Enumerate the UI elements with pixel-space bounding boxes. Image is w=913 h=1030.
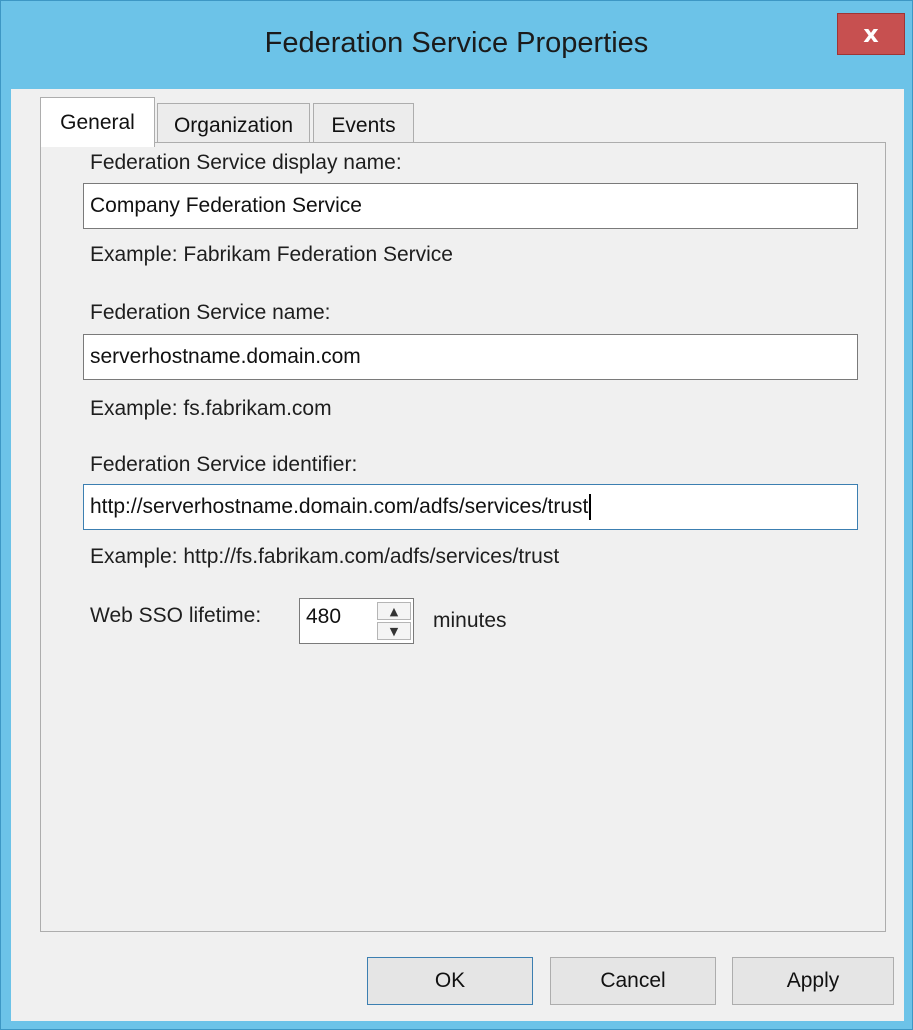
identifier-value: http://serverhostname.domain.com/adfs/se… (90, 495, 589, 518)
sso-lifetime-label: Web SSO lifetime: (90, 604, 262, 627)
general-tab-panel: Federation Service display name: Company… (40, 142, 886, 932)
sso-lifetime-stepper[interactable]: 480 ▲ ▼ (299, 598, 414, 644)
tab-label: Events (331, 113, 396, 137)
service-name-example: Example: fs.fabrikam.com (90, 397, 332, 420)
display-name-label: Federation Service display name: (90, 151, 402, 174)
display-name-value: Company Federation Service (90, 194, 362, 217)
ok-button-label: OK (434, 969, 466, 992)
identifier-example: Example: http://fs.fabrikam.com/adfs/ser… (90, 545, 560, 568)
chevron-up-icon[interactable]: ▲ (377, 602, 411, 620)
dialog-client-area: General Organization Events Federation S… (11, 89, 904, 1021)
window-title: Federation Service Properties (264, 27, 649, 59)
tab-label: Organization (173, 113, 294, 137)
service-name-value: serverhostname.domain.com (90, 345, 361, 368)
identifier-input[interactable]: http://serverhostname.domain.com/adfs/se… (83, 484, 858, 530)
sso-lifetime-value: 480 (306, 605, 342, 628)
tab-general[interactable]: General (40, 97, 155, 147)
service-name-input[interactable]: serverhostname.domain.com (83, 334, 858, 380)
cancel-button-label: Cancel (600, 969, 666, 992)
apply-button[interactable]: Apply (732, 957, 894, 1005)
display-name-example: Example: Fabrikam Federation Service (90, 243, 453, 266)
tab-organization[interactable]: Organization (157, 103, 310, 147)
close-button[interactable]: x (837, 13, 905, 55)
tab-events[interactable]: Events (313, 103, 414, 147)
title-bar[interactable]: Federation Service Properties x (1, 1, 912, 89)
ok-button[interactable]: OK (367, 957, 533, 1005)
dialog-window: Federation Service Properties x General … (0, 0, 913, 1030)
display-name-input[interactable]: Company Federation Service (83, 183, 858, 229)
cancel-button[interactable]: Cancel (550, 957, 716, 1005)
text-caret (589, 494, 592, 520)
sso-lifetime-unit: minutes (433, 609, 507, 632)
service-name-label: Federation Service name: (90, 301, 331, 324)
tab-label: General (60, 110, 135, 134)
apply-button-label: Apply (786, 969, 840, 992)
close-icon: x (863, 20, 879, 48)
chevron-down-icon[interactable]: ▼ (377, 622, 411, 640)
stepper-buttons: ▲ ▼ (377, 601, 411, 641)
identifier-label: Federation Service identifier: (90, 453, 358, 476)
